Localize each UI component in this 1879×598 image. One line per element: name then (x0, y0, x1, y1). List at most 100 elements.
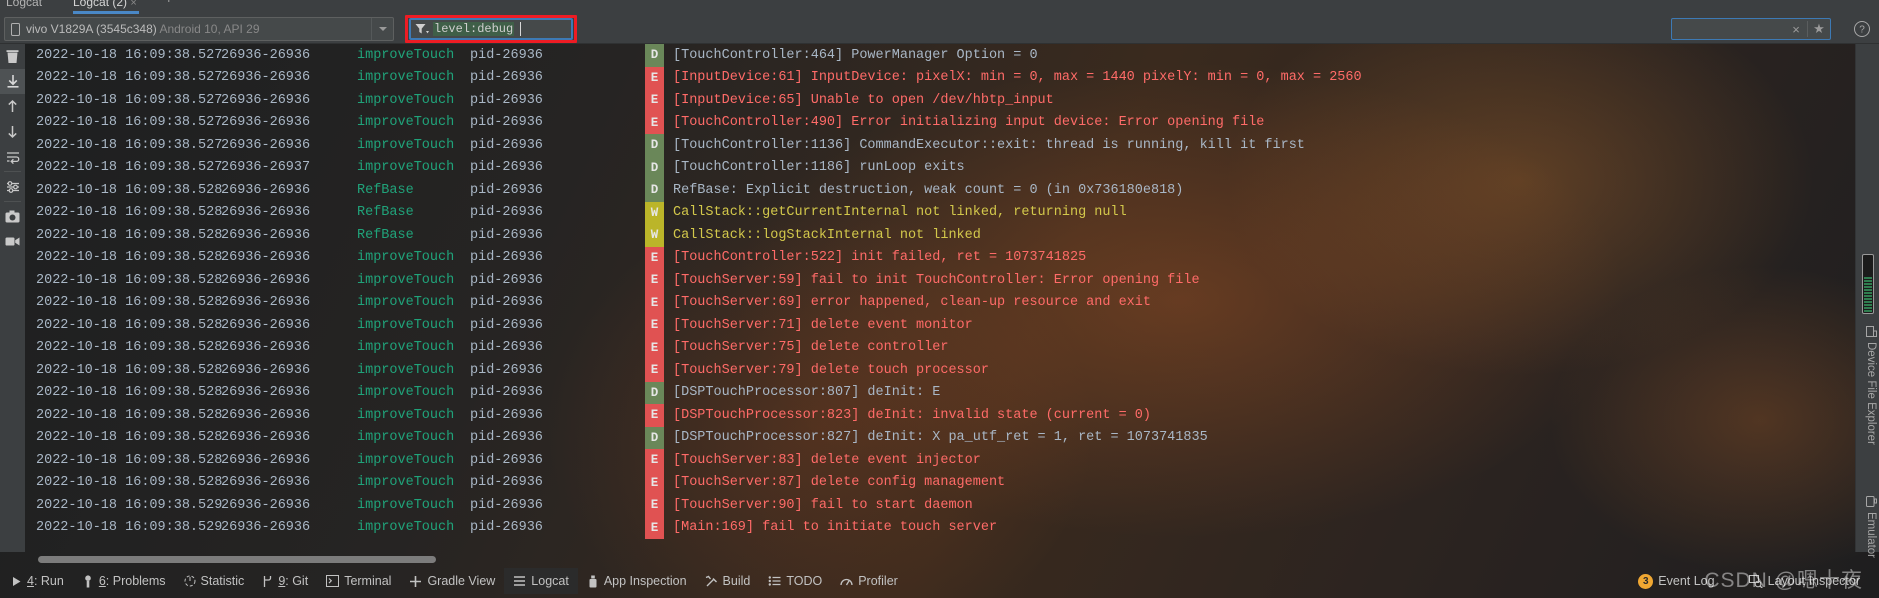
log-level-badge: E (645, 291, 664, 314)
chevron-down-icon[interactable] (371, 18, 393, 40)
table-row[interactable]: 2022-10-18 16:09:38.528 26936-26936 improv… (25, 291, 1845, 314)
table-row[interactable]: 2022-10-18 16:09:38.527 26936-26936 improv… (25, 111, 1845, 134)
scrollbar-thumb[interactable] (38, 556, 436, 563)
log-pid-tid: 26936-26936 (221, 227, 311, 243)
log-timestamp: 2022-10-18 16:09:38.528 (36, 475, 223, 491)
status-bar-item-layout-inspector[interactable]: Layout Inspector (1740, 568, 1869, 594)
table-row[interactable]: 2022-10-18 16:09:38.528 26936-26936 improv… (25, 336, 1845, 359)
filter-icon[interactable] (415, 23, 429, 35)
table-row[interactable]: 2022-10-18 16:09:38.529 26936-26936 improv… (25, 516, 1845, 539)
emulator-icon (1865, 496, 1877, 507)
status-bar-right: 3 Event Log Layout Inspector (1629, 568, 1869, 594)
status-bar-item-label: Gradle View (427, 574, 496, 588)
table-row[interactable]: 2022-10-18 16:09:38.528 26936-26936 improv… (25, 269, 1845, 292)
table-row[interactable]: 2022-10-18 16:09:38.528 26936-26936 improv… (25, 314, 1845, 337)
filter-settings-icon[interactable] (0, 174, 25, 199)
status-bar-item-todo[interactable]: TODO (759, 568, 831, 594)
status-bar-item-statistic[interactable]: Statistic (175, 568, 254, 594)
status-bar-item-run[interactable]: 4: Run (2, 568, 73, 594)
screenshot-icon[interactable] (0, 204, 25, 229)
log-tag: improveTouch (357, 317, 455, 333)
tool-emulator[interactable]: Emulator (1865, 496, 1877, 558)
status-bar-item-label: Layout Inspector (1767, 574, 1860, 588)
log-timestamp: 2022-10-18 16:09:38.528 (36, 430, 223, 446)
log-level-badge: E (645, 314, 664, 337)
status-bar-item-label: TODO (786, 574, 823, 588)
log-message: [DSPTouchProcessor:823] deInit: invalid … (673, 407, 1151, 423)
log-pid-tid: 26936-26936 (221, 385, 311, 401)
status-bar-item-event-log[interactable]: 3 Event Log (1629, 568, 1723, 594)
clear-logcat-icon[interactable] (0, 44, 25, 69)
log-timestamp: 2022-10-18 16:09:38.528 (36, 362, 223, 378)
table-row[interactable]: 2022-10-18 16:09:38.528 26936-26936 improv… (25, 246, 1845, 269)
status-bar-item-label: 6: Problems (98, 574, 166, 588)
soft-wrap-icon[interactable] (0, 144, 25, 169)
device-selector[interactable]: vivo V1829A (3545c348) Android 10, API 2… (4, 17, 394, 41)
status-bar-item-gradle-view[interactable]: Gradle View (400, 568, 504, 594)
status-bar-item-build[interactable]: Build (696, 568, 760, 594)
log-pid-tid: 26936-26936 (221, 182, 311, 198)
table-row[interactable]: 2022-10-18 16:09:38.528 26936-26936 RefBas… (25, 179, 1845, 202)
table-row[interactable]: 2022-10-18 16:09:38.528 26936-26936 improv… (25, 426, 1845, 449)
status-bar-item-problems[interactable]: 6: Problems (73, 568, 175, 594)
log-timestamp: 2022-10-18 16:09:38.527 (36, 92, 223, 108)
log-level-badge: E (645, 89, 664, 112)
status-bar-item-app-inspection[interactable]: App Inspection (578, 568, 696, 594)
log-tag: improveTouch (357, 497, 455, 513)
table-row[interactable]: 2022-10-18 16:09:38.528 26936-26936 improv… (25, 359, 1845, 382)
help-icon[interactable]: ? (1853, 20, 1871, 38)
status-bar-item-git[interactable]: 9: Git (253, 568, 317, 594)
log-timestamp: 2022-10-18 16:09:38.527 (36, 115, 223, 131)
device-file-explorer-label: Device File Explorer (1865, 342, 1877, 445)
log-package: pid-26936 (470, 430, 543, 446)
table-row[interactable]: 2022-10-18 16:09:38.527 26936-26936 improv… (25, 44, 1845, 67)
table-row[interactable]: 2022-10-18 16:09:38.528 26936-26936 improv… (25, 404, 1845, 427)
tab-close-icon[interactable]: × (130, 0, 136, 9)
log-timestamp: 2022-10-18 16:09:38.528 (36, 272, 223, 288)
log-minimap[interactable] (1862, 254, 1874, 314)
table-row[interactable]: 2022-10-18 16:09:38.529 26936-26936 improv… (25, 494, 1845, 517)
log-message: [TouchServer:90] fail to start daemon (673, 497, 973, 513)
tool-device-file-explorer[interactable]: Device File Explorer (1865, 326, 1877, 445)
log-package: pid-26936 (470, 497, 543, 513)
scroll-to-end-icon[interactable] (0, 69, 25, 94)
text-caret (520, 22, 522, 36)
table-row[interactable]: 2022-10-18 16:09:38.528 26936-26936 RefBas… (25, 224, 1845, 247)
table-row[interactable]: 2022-10-18 16:09:38.527 26936-26936 improv… (25, 89, 1845, 112)
log-level-badge: E (645, 111, 664, 134)
log-timestamp: 2022-10-18 16:09:38.528 (36, 340, 223, 356)
log-level-badge: D (645, 44, 664, 67)
status-bar-item-logcat[interactable]: Logcat (504, 568, 578, 594)
table-row[interactable]: 2022-10-18 16:09:38.527 26936-26936 improv… (25, 66, 1845, 89)
clear-search-icon[interactable]: × (1785, 19, 1807, 39)
tab-logcat-label: Logcat (6, 0, 43, 9)
table-row[interactable]: 2022-10-18 16:09:38.527 26936-26937 improv… (25, 156, 1845, 179)
logcat-filter-input[interactable]: level:debug (409, 18, 573, 40)
logcat-search-input[interactable]: × ★ (1671, 18, 1831, 40)
tab-logcat[interactable]: Logcat (6, 0, 42, 13)
status-bar-item-profiler[interactable]: Profiler (831, 568, 907, 594)
favorite-star-icon[interactable]: ★ (1808, 19, 1830, 39)
log-tag: RefBase (357, 182, 414, 198)
log-message: [TouchController:490] Error initializing… (673, 115, 1265, 131)
table-row[interactable]: 2022-10-18 16:09:38.528 26936-26936 RefBas… (25, 201, 1845, 224)
screen-record-icon[interactable] (0, 229, 25, 254)
log-package: pid-26936 (470, 115, 543, 131)
emulator-label: Emulator (1865, 512, 1877, 559)
log-package: pid-26936 (470, 407, 543, 423)
add-tab-icon[interactable]: + (165, 0, 173, 6)
status-bar-item-terminal[interactable]: Terminal (317, 568, 400, 594)
tab-logcat-2-label: Logcat (2) (73, 0, 128, 9)
log-message: [DSPTouchProcessor:827] deInit: X pa_utf… (673, 430, 1208, 446)
horizontal-scrollbar[interactable] (38, 555, 1838, 564)
logcat-output-table[interactable]: 2022-10-18 16:09:38.527 26936-26936 improv… (25, 44, 1845, 552)
down-arrow-icon[interactable] (0, 119, 25, 144)
table-row[interactable]: 2022-10-18 16:09:38.528 26936-26936 improv… (25, 471, 1845, 494)
table-row[interactable]: 2022-10-18 16:09:38.528 26936-26936 improv… (25, 381, 1845, 404)
log-pid-tid: 26936-26936 (221, 47, 311, 63)
log-level-badge: D (645, 179, 664, 202)
up-arrow-icon[interactable] (0, 94, 25, 119)
table-row[interactable]: 2022-10-18 16:09:38.527 26936-26936 improv… (25, 134, 1845, 157)
log-level-badge: E (645, 449, 664, 472)
table-row[interactable]: 2022-10-18 16:09:38.528 26936-26936 improv… (25, 449, 1845, 472)
